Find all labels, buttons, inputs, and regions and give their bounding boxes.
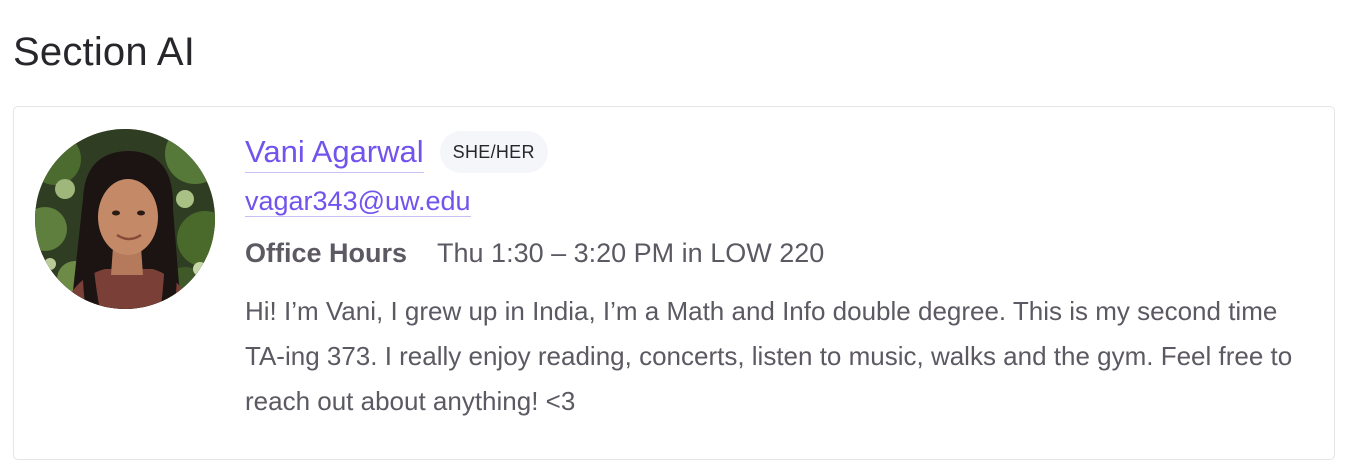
staff-avatar bbox=[35, 129, 215, 309]
email-row: vagar343@uw.edu bbox=[245, 185, 1305, 221]
office-hours-label: Office Hours bbox=[245, 237, 408, 268]
office-hours-value: Thu 1:30 – 3:20 PM in LOW 220 bbox=[437, 237, 825, 268]
staff-name-link[interactable]: Vani Agarwal bbox=[245, 132, 424, 173]
staff-bio: Hi! I’m Vani, I grew up in India, I’m a … bbox=[245, 296, 1293, 416]
section-title: Section AI bbox=[13, 30, 196, 74]
profile-photo-icon bbox=[35, 129, 215, 309]
name-row: Vani Agarwal SHE/HER bbox=[245, 131, 1305, 173]
email-link[interactable]: vagar343@uw.edu bbox=[245, 186, 471, 217]
pronouns-badge: SHE/HER bbox=[439, 131, 548, 173]
staff-card: Vani Agarwal SHE/HER vagar343@uw.edu Off… bbox=[13, 106, 1335, 460]
staff-details: Vani Agarwal SHE/HER vagar343@uw.edu Off… bbox=[245, 131, 1305, 450]
office-hours-row: Office Hours Thu 1:30 – 3:20 PM in LOW 2… bbox=[245, 235, 1305, 271]
